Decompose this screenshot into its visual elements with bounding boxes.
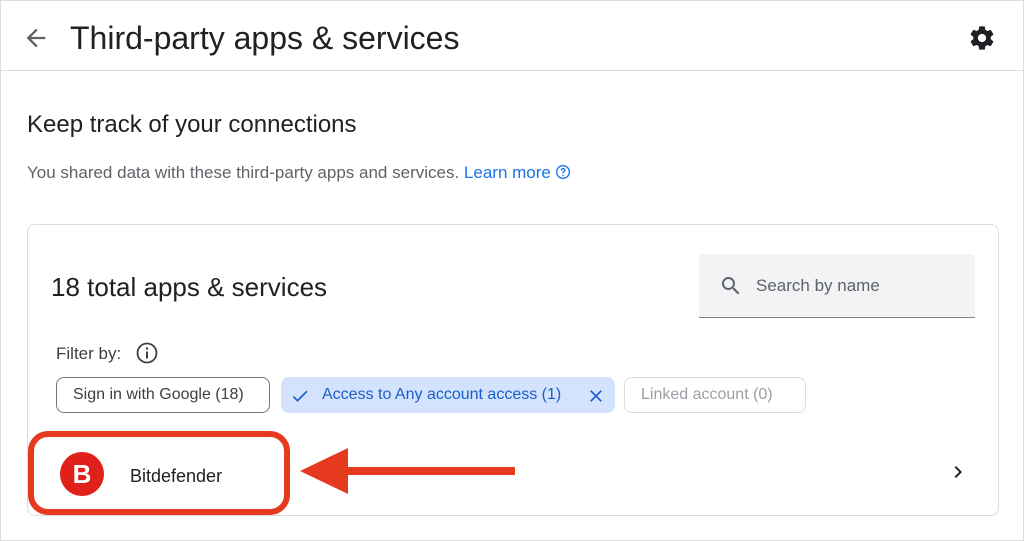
page-title: Third-party apps & services bbox=[70, 20, 460, 56]
total-count: 18 total apps & services bbox=[51, 272, 328, 302]
close-icon[interactable] bbox=[586, 386, 606, 406]
checkmark-icon bbox=[292, 390, 308, 402]
chip-sign-in-with-google[interactable]: Sign in with Google (18) bbox=[56, 377, 270, 413]
filter-label: Filter by: bbox=[56, 344, 122, 363]
chip-any-account-access[interactable]: Access to Any account access (1) bbox=[281, 377, 615, 413]
learn-more-link[interactable]: Learn more bbox=[464, 163, 551, 182]
chip-label: Sign in with Google (18) bbox=[73, 386, 244, 403]
search-icon bbox=[722, 277, 740, 295]
back-button[interactable] bbox=[22, 24, 50, 52]
section-description: You shared data with these third-party a… bbox=[27, 161, 571, 185]
info-icon[interactable] bbox=[135, 341, 159, 365]
section-heading: Keep track of your connections bbox=[27, 111, 357, 138]
settings-button[interactable] bbox=[968, 24, 996, 52]
description-text: You shared data with these third-party a… bbox=[27, 163, 460, 182]
page-header: Third-party apps & services bbox=[0, 0, 1024, 71]
chevron-right-icon[interactable] bbox=[946, 460, 970, 484]
annotation-arrow-icon bbox=[300, 448, 515, 494]
chip-label: Access to Any account access (1) bbox=[322, 386, 562, 403]
annotation-highlight-box bbox=[28, 431, 290, 515]
chip-label: Linked account (0) bbox=[641, 386, 773, 403]
search-input[interactable] bbox=[754, 272, 958, 300]
arrow-left-icon bbox=[26, 28, 46, 48]
help-circle-icon[interactable] bbox=[555, 164, 571, 180]
chip-linked-account: Linked account (0) bbox=[624, 377, 806, 413]
search-box[interactable] bbox=[699, 254, 975, 318]
gear-icon bbox=[970, 26, 994, 50]
